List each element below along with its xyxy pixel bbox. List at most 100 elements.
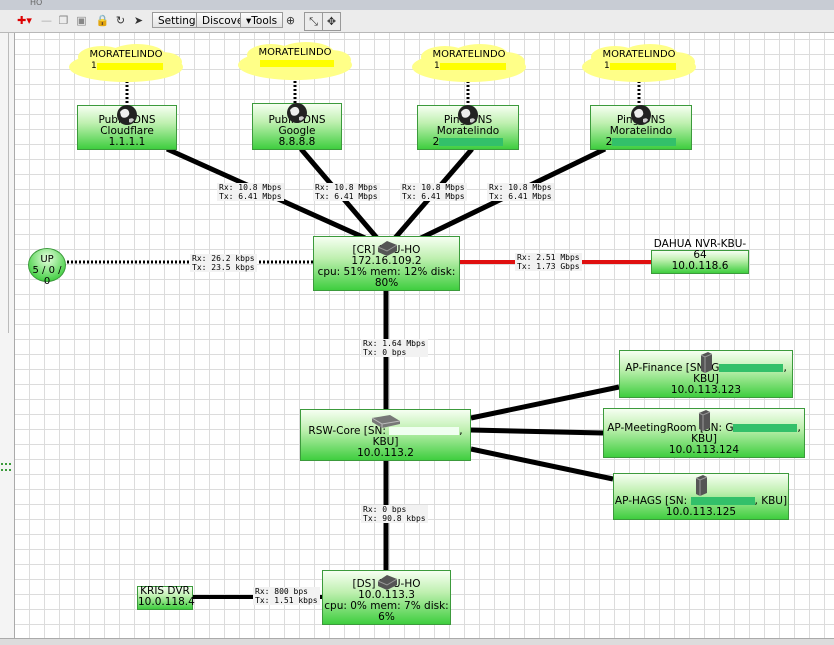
node-kris-dvr[interactable]: KRIS DVR 10.0.118.4	[137, 586, 195, 610]
router-icon	[377, 241, 397, 256]
link-ap-meet	[470, 427, 604, 436]
link-label-ds: Rx: 0 bps Tx: 90.8 kbps	[361, 505, 428, 523]
access-point-icon	[700, 352, 713, 373]
redaction	[97, 63, 163, 70]
link-rx: Rx: 10.8 Mbps	[219, 183, 282, 192]
cloud-4[interactable]: MORATELINDO 1	[580, 43, 698, 83]
refresh-icon[interactable]: ↻	[112, 12, 129, 29]
add-icon[interactable]: ✚▾	[16, 12, 33, 29]
node-ip: 10.0.113.124	[668, 444, 740, 456]
node-stats: cpu: 0% mem: 7% disk: 6%	[324, 600, 449, 623]
link-label-kris: Rx: 800 bps Tx: 1.51 kbps	[253, 587, 320, 605]
node-ip: 1.1.1.1	[108, 136, 146, 148]
toolbar: ✚▾ — ❐ ▣ 🔒 ↻ ➤ Settings Discover ▾Tools …	[0, 10, 834, 33]
cloud-3[interactable]: MORATELINDO 1	[410, 43, 528, 83]
link-tx: Tx: 6.41 Mbps	[315, 192, 378, 201]
router-icon	[377, 575, 397, 590]
node-rsw-core[interactable]: RSW-Core [SN: , KBU] 10.0.113.2	[300, 409, 471, 461]
access-point-icon	[698, 410, 711, 431]
link-rx: Rx: 26.2 kbps	[192, 254, 255, 263]
window-title: HO	[30, 0, 43, 7]
redaction	[610, 63, 676, 70]
node-ap-hags[interactable]: AP-HAGS [SN: , KBU] 10.0.113.125	[613, 473, 789, 520]
redaction	[733, 424, 798, 432]
grip-icon[interactable]	[1, 463, 11, 471]
link-rx: Rx: 0 bps	[363, 505, 407, 514]
link-ap-fin	[470, 384, 620, 421]
link-tx: Tx: 1.51 kbps	[255, 596, 318, 605]
node-ping-dns-2[interactable]: Ping DNS Moratelindo 2	[590, 105, 692, 150]
node-ip: 10.0.118.6	[671, 260, 729, 272]
access-point-icon	[695, 475, 708, 496]
node-ip: 2	[432, 136, 440, 148]
node-ap-meetingroom[interactable]: AP-MeetingRoom [SN: G, KBU] 10.0.113.124	[603, 408, 805, 458]
redaction	[260, 60, 334, 67]
link-label-nvr: Rx: 2.51 Mbps Tx: 1.73 Gbps	[515, 253, 582, 271]
globe-icon	[117, 105, 137, 125]
node-up-status[interactable]: UP 5 / 0 / 0	[28, 248, 66, 287]
redaction	[690, 497, 755, 505]
node-ip: 10.0.118.4	[138, 596, 195, 608]
pointer-icon[interactable]: ➤	[130, 12, 147, 29]
node-ip: 10.0.113.125	[665, 506, 737, 518]
node-kbu-ho-router[interactable]: [CR] KBU-HO 172.16.109.2 cpu: 51% mem: 1…	[313, 236, 460, 291]
link-label-core: Rx: 1.64 Mbps Tx: 0 bps	[361, 339, 428, 357]
node-name: DAHUA NVR-KBU-64	[653, 238, 747, 261]
fit-all-icon[interactable]: ✥	[322, 12, 341, 31]
cloud-label: MORATELINDO	[89, 49, 163, 60]
node-ds-kbu-ho[interactable]: [DS] KBU-HO 10.0.113.3 cpu: 0% mem: 7% d…	[322, 570, 451, 625]
link-tx: Tx: 23.5 kbps	[192, 263, 255, 272]
node-ip: 2	[605, 136, 613, 148]
copy-icon[interactable]: ❐	[55, 12, 72, 29]
left-panel	[0, 33, 15, 644]
node-ap-finance[interactable]: AP-Finance [SN: G, KBU] 10.0.113.123	[619, 350, 793, 398]
cloud-label: MORATELINDO	[258, 47, 332, 58]
link-label-up: Rx: 26.2 kbps Tx: 23.5 kbps	[190, 254, 257, 272]
link-ap-hags	[470, 446, 614, 482]
redaction	[440, 63, 506, 70]
cloud-label: MORATELINDO	[602, 49, 676, 60]
left-panel-scroll[interactable]	[3, 33, 9, 333]
switch-icon	[371, 415, 400, 428]
node-dns-google[interactable]: Public DNS Google 8.8.8.8	[252, 103, 342, 150]
cloud-sub: 1	[91, 61, 97, 71]
lock-icon[interactable]: 🔒	[94, 12, 111, 29]
link-label-ping1: Rx: 10.8 Mbps Tx: 6.41 Mbps	[400, 183, 467, 201]
redaction	[612, 138, 677, 146]
cloud-1[interactable]: MORATELINDO 1	[67, 43, 185, 83]
cloud-sub: 1	[604, 61, 610, 71]
link-label-ping2: Rx: 10.8 Mbps Tx: 6.41 Mbps	[487, 183, 554, 201]
link-tx: Tx: 6.41 Mbps	[489, 192, 552, 201]
link-rx: Rx: 2.51 Mbps	[517, 253, 580, 262]
globe-icon	[287, 103, 307, 123]
node-ip: 10.0.113.123	[670, 384, 742, 396]
cloud-label: MORATELINDO	[432, 49, 506, 60]
tools-button[interactable]: ▾Tools	[240, 12, 284, 28]
redaction	[719, 364, 784, 372]
node-name-post: , KBU]	[754, 495, 788, 507]
link-tx: Tx: 0 bps	[363, 348, 407, 357]
link-tx: Tx: 6.41 Mbps	[402, 192, 465, 201]
link-tx: Tx: 6.41 Mbps	[219, 192, 282, 201]
map-canvas[interactable]: MORATELINDO 1 MORATELINDO MORATELINDO 1 …	[15, 33, 834, 644]
redaction	[439, 138, 504, 146]
cloud-sub: 1	[434, 61, 440, 71]
link-tx: Tx: 1.73 Gbps	[517, 262, 580, 271]
link-rx: Rx: 1.64 Mbps	[363, 339, 426, 348]
node-dahua-nvr[interactable]: DAHUA NVR-KBU-64 10.0.118.6	[651, 239, 749, 274]
node-dns-cloudflare[interactable]: Public DNS Cloudflare 1.1.1.1	[77, 105, 177, 150]
node-ip-row: 2	[591, 137, 691, 148]
fit-diagonal-icon[interactable]: ⤡	[304, 12, 323, 31]
node-ip: 10.0.113.2	[357, 447, 414, 459]
cloud-2[interactable]: MORATELINDO	[236, 41, 354, 81]
remove-icon[interactable]: —	[38, 12, 55, 29]
node-ip: 8.8.8.8	[278, 136, 316, 148]
node-ping-dns-1[interactable]: Ping DNS Moratelindo 2	[417, 105, 519, 150]
paste-icon[interactable]: ▣	[73, 12, 90, 29]
link-rx: Rx: 10.8 Mbps	[402, 183, 465, 192]
up-counts: 5 / 0 / 0	[32, 265, 62, 287]
node-stats: cpu: 51% mem: 12% disk: 80%	[317, 266, 456, 289]
link-rx: Rx: 800 bps	[255, 587, 308, 596]
binoculars-icon[interactable]: ⊕	[282, 12, 299, 29]
globe-icon	[458, 105, 478, 125]
